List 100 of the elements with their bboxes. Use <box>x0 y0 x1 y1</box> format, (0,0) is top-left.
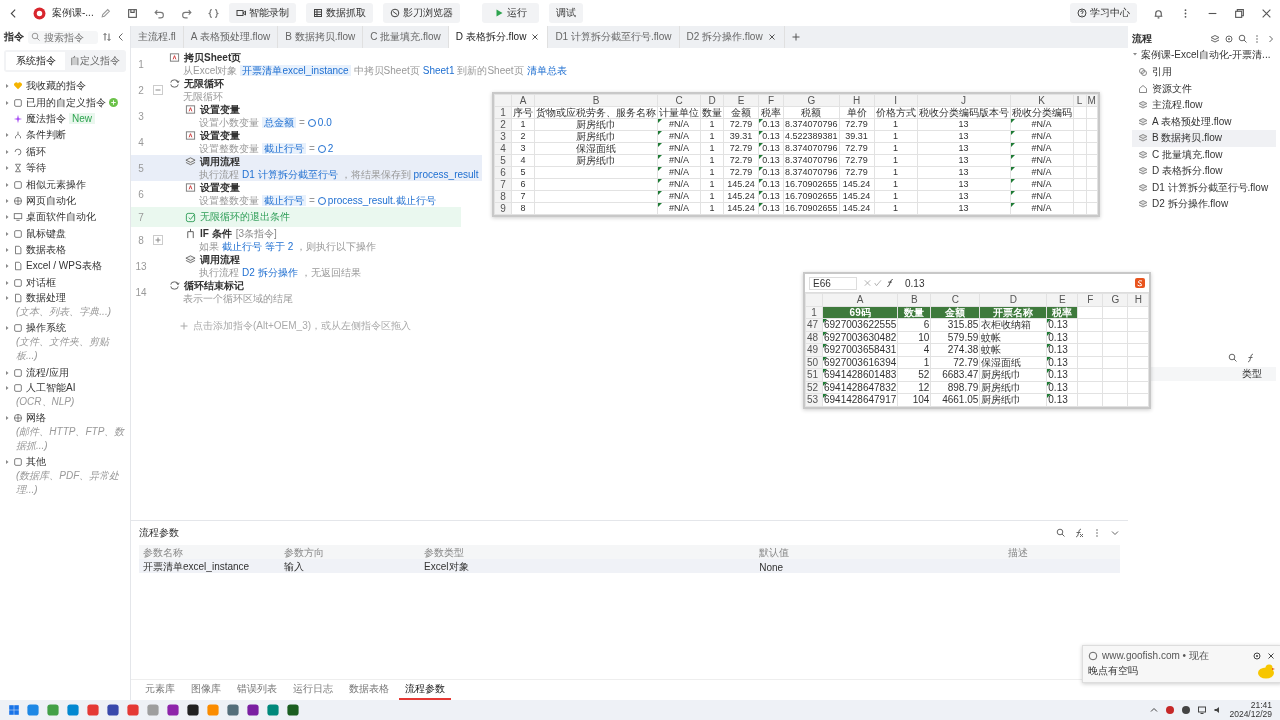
windows-start-icon[interactable] <box>8 704 20 716</box>
settings-icon[interactable] <box>1252 651 1262 661</box>
command-category[interactable]: 数据处理 (文本、列表、字典...) <box>4 291 126 322</box>
command-category[interactable]: 网页自动化 <box>4 192 126 210</box>
column-header[interactable]: C <box>675 95 683 106</box>
collapse-panel-icon[interactable] <box>116 32 126 42</box>
file-tab[interactable]: D 表格拆分.flow <box>448 26 549 48</box>
panel-tab[interactable]: 运行日志 <box>287 680 339 700</box>
flow-step[interactable]: 8 IF 条件 [3条指令] 如果 截止行号 等于 2 ，则执行以下操作 <box>131 227 461 253</box>
close-icon[interactable] <box>766 32 777 42</box>
sort-icon[interactable] <box>102 32 112 42</box>
project-file[interactable]: 引用 <box>1132 64 1276 81</box>
flow-step[interactable]: 13 调用流程 执行流程 D2 拆分操作 ，无返回结果 <box>131 253 461 279</box>
project-file[interactable]: B 数据拷贝.flow <box>1132 130 1276 147</box>
command-category[interactable]: 人工智能AI (OCR、NLP) <box>4 381 126 412</box>
tray-icon[interactable] <box>1165 705 1176 715</box>
panel-tab[interactable]: 元素库 <box>139 680 181 700</box>
close-icon[interactable] <box>1261 7 1272 19</box>
column-header[interactable]: K <box>1038 95 1045 106</box>
search-icon[interactable] <box>1228 352 1238 363</box>
gear-icon[interactable] <box>1224 34 1234 44</box>
toolbar-button[interactable]: 影刀浏览器 <box>382 3 460 23</box>
column-header[interactable]: I <box>894 95 897 106</box>
function-icon[interactable] <box>1074 528 1084 538</box>
file-tab[interactable]: C 批量填充.flow <box>363 26 449 48</box>
restore-icon[interactable] <box>1234 7 1245 19</box>
column-header[interactable]: D <box>1009 294 1017 306</box>
table-row[interactable]: 开票清单excel_instance 输入 Excel对象 None <box>139 559 1120 573</box>
redo-icon[interactable] <box>180 7 192 19</box>
file-tab[interactable]: 主流程.fl <box>131 26 184 48</box>
app-icon[interactable] <box>286 703 300 717</box>
project-file[interactable]: 资源文件 <box>1132 80 1276 97</box>
app-icon[interactable] <box>186 703 200 717</box>
command-category[interactable]: 条件判断 <box>4 127 126 144</box>
command-category[interactable]: 魔法指令 New <box>4 110 126 128</box>
formula-field[interactable]: 0.13 <box>905 277 1130 289</box>
expand-button[interactable] <box>153 235 163 245</box>
close-icon[interactable] <box>1266 651 1276 661</box>
toolbar-button[interactable]: 智能录制 <box>228 3 296 23</box>
debug-button[interactable]: 调试 <box>548 3 583 23</box>
save-icon[interactable] <box>126 7 138 19</box>
command-category[interactable]: 鼠标键盘 <box>4 225 126 242</box>
command-category[interactable]: 已用的自定义指令 <box>4 94 126 111</box>
command-category[interactable]: 我收藏的指令 <box>4 78 126 95</box>
flow-step[interactable]: 3 设置变量 设置小数变量 总金额 = 0.0 <box>131 103 461 129</box>
flow-step[interactable]: 2 无限循环 无限循环 <box>131 77 461 103</box>
column-header[interactable]: A <box>856 294 864 306</box>
column-header[interactable]: B <box>592 95 600 106</box>
sidebar-tab[interactable]: 自定义指令 <box>65 52 124 70</box>
notification[interactable]: www.goofish.com • 现在 晚点有空吗 <box>1082 645 1280 683</box>
help-button[interactable]: 学习中心 <box>1070 3 1137 23</box>
sidebar-tab[interactable]: 系统指令 <box>6 52 65 70</box>
command-category[interactable]: 等待 <box>4 159 126 177</box>
project-file[interactable]: C 批量填充.flow <box>1132 146 1276 163</box>
clock[interactable]: 21:41 2024/12/29 <box>1229 701 1272 719</box>
column-header[interactable]: E <box>737 95 745 106</box>
run-button[interactable]: 运行 <box>481 3 539 23</box>
project-file[interactable]: 主流程.flow <box>1132 97 1276 114</box>
add-tab-icon[interactable] <box>790 32 801 42</box>
bell-icon[interactable] <box>1153 7 1164 19</box>
caret-icon[interactable] <box>1132 51 1138 57</box>
file-tab[interactable]: A 表格预处理.flow <box>183 26 279 48</box>
app-icon[interactable] <box>106 703 120 717</box>
command-category[interactable]: 桌面软件自动化 <box>4 209 126 226</box>
project-file[interactable]: A 表格预处理.flow <box>1132 113 1276 130</box>
function-icon[interactable] <box>1246 352 1256 363</box>
tray-icon[interactable] <box>1181 705 1192 715</box>
layers-icon[interactable] <box>1210 34 1220 44</box>
panel-tab[interactable]: 错误列表 <box>231 680 283 700</box>
network-icon[interactable] <box>1197 705 1208 715</box>
panel-tab[interactable]: 图像库 <box>185 680 227 700</box>
braces-icon[interactable] <box>207 7 219 19</box>
search-icon[interactable] <box>1238 34 1248 44</box>
column-header[interactable]: C <box>951 294 959 306</box>
app-icon[interactable] <box>166 703 180 717</box>
file-tab[interactable]: D2 拆分操作.flow <box>679 26 785 48</box>
command-category[interactable]: Excel / WPS表格 <box>4 258 126 275</box>
toolbar-button[interactable]: 数据抓取 <box>305 3 373 23</box>
app-icon[interactable] <box>246 703 260 717</box>
column-header[interactable]: M <box>1087 95 1096 106</box>
search-icon[interactable] <box>1056 528 1066 538</box>
command-category[interactable]: 网络 (邮件、HTTP、FTP、数据抓...) <box>4 411 126 456</box>
flow-step[interactable]: 1 拷贝Sheet页 从Excel对象 开票清单excel_instance 中拷贝Sheet页 Sheet1 到新的Sheet页 清单总表 <box>131 51 570 77</box>
pencil-icon[interactable] <box>99 7 111 19</box>
project-file[interactable]: D 表格拆分.flow <box>1132 163 1276 180</box>
project-file[interactable]: D1 计算拆分截至行号.flow <box>1132 179 1276 196</box>
flow-step[interactable]: 6 设置变量 设置整数变量 截止行号 = process_result.截止行号 <box>131 181 461 207</box>
command-category[interactable]: 相似元素操作 <box>4 176 126 193</box>
project-file[interactable]: D2 拆分操作.flow <box>1132 196 1276 213</box>
flow-step[interactable]: 5 调用流程 执行流程 D1 计算拆分截至行号 ，将结果保存到 process_result <box>131 155 482 181</box>
command-category[interactable]: 操作系统 (文件、文件夹、剪贴板...) <box>4 321 126 366</box>
panel-tab[interactable]: 数据表格 <box>343 680 395 700</box>
search-field[interactable]: 搜索指令 <box>28 30 98 44</box>
command-category[interactable]: 流程/应用 <box>4 365 126 382</box>
column-header[interactable]: J <box>961 95 967 106</box>
flow-step[interactable]: 4 设置变量 设置整数变量 截止行号 = 2 <box>131 129 461 155</box>
file-tab[interactable]: B 数据拷贝.flow <box>278 26 364 48</box>
close-icon[interactable] <box>530 32 541 42</box>
file-tab[interactable]: D1 计算拆分截至行号.flow <box>548 26 680 48</box>
column-header[interactable]: G <box>807 95 816 106</box>
